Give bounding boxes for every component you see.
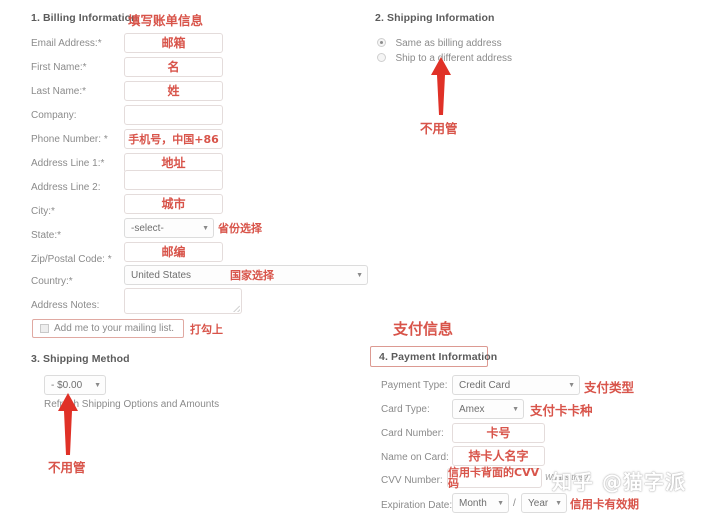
billing-section-title: 1. Billing Information: [31, 12, 138, 24]
cvv-input-value: 信用卡背面的CVV码: [448, 466, 540, 490]
phone-input[interactable]: 手机号，中国+86: [124, 129, 223, 149]
chevron-down-icon: ▼: [202, 224, 209, 232]
shipping-method-annotation: 不用管: [48, 460, 86, 475]
resize-grip-icon[interactable]: [233, 305, 240, 312]
name-on-card-input[interactable]: 持卡人名字: [452, 446, 545, 466]
company-input[interactable]: [124, 105, 223, 125]
shipping-method-select-value: - $0.00: [51, 379, 83, 391]
shipping-method-arrow-icon: [55, 393, 81, 455]
address-line-1-label: Address Line 1:*: [31, 158, 105, 169]
email-input-value: 邮箱: [161, 36, 186, 50]
card-type-label: Card Type:: [381, 404, 430, 415]
company-label: Company:: [31, 110, 77, 121]
expiration-separator: /: [513, 498, 516, 509]
first-name-input[interactable]: 名: [124, 57, 223, 77]
chevron-down-icon: ▼: [555, 499, 562, 507]
expiration-year-value: Year: [528, 497, 549, 509]
payment-type-select-value: Credit Card: [459, 379, 511, 391]
mailing-list-label: Add me to your mailing list.: [54, 323, 175, 334]
address-notes-textarea[interactable]: [124, 288, 242, 314]
mailing-list-row[interactable]: Add me to your mailing list.: [32, 319, 184, 338]
chevron-down-icon: ▼: [512, 405, 519, 413]
name-on-card-input-value: 持卡人名字: [468, 449, 529, 463]
radio-icon-selected[interactable]: [377, 38, 386, 47]
mailing-list-checkbox[interactable]: [40, 324, 49, 333]
mailing-list-annotation: 打勾上: [190, 323, 223, 336]
payment-type-annotation: 支付类型: [584, 380, 635, 395]
zip-input-value: 邮编: [161, 245, 186, 259]
phone-label: Phone Number: *: [31, 134, 108, 145]
address-line-2-label: Address Line 2:: [31, 182, 101, 193]
watermark: 知乎 @猫字派: [552, 470, 686, 494]
address-line-1-input-value: 地址: [161, 156, 186, 170]
chevron-down-icon: ▼: [356, 271, 363, 279]
payment-type-select[interactable]: Credit Card ▼: [452, 375, 580, 395]
expiration-month-select[interactable]: Month ▼: [452, 493, 509, 513]
state-select[interactable]: -select- ▼: [124, 218, 214, 238]
cvv-label: CVV Number:: [381, 475, 443, 486]
email-input[interactable]: 邮箱: [124, 33, 223, 53]
chevron-down-icon: ▼: [568, 381, 575, 389]
payment-section-title-box: 4. Payment Information: [370, 346, 497, 367]
payment-section-title: 4. Payment Information: [379, 350, 498, 363]
first-name-input-value: 名: [167, 60, 180, 74]
last-name-input[interactable]: 姓: [124, 81, 223, 101]
shipping-method-select[interactable]: - $0.00 ▼: [44, 375, 106, 395]
country-label: Country:*: [31, 276, 73, 287]
name-on-card-label: Name on Card:: [381, 452, 449, 463]
city-input-value: 城市: [161, 197, 186, 211]
last-name-label: Last Name:*: [31, 86, 87, 97]
country-annotation: 国家选择: [230, 269, 274, 282]
chevron-down-icon: ▼: [94, 381, 101, 389]
first-name-label: First Name:*: [31, 62, 87, 73]
zip-input[interactable]: 邮编: [124, 242, 223, 262]
expiration-year-select[interactable]: Year ▼: [521, 493, 567, 513]
address-notes-label: Address Notes:: [31, 300, 100, 311]
expiration-date-label: Expiration Date:: [381, 500, 453, 511]
state-annotation: 省份选择: [218, 222, 262, 235]
checkout-form-screenshot: 1. Billing Information 填写账单信息 Email Addr…: [0, 0, 720, 518]
card-type-select-value: Amex: [459, 403, 485, 415]
shipping-info-annotation: 不用管: [420, 121, 458, 136]
last-name-input-value: 姓: [167, 84, 180, 98]
cvv-input[interactable]: 信用卡背面的CVV码: [447, 466, 542, 490]
shipping-info-arrow-icon: [428, 57, 454, 115]
city-input[interactable]: 城市: [124, 194, 223, 214]
phone-input-value: 手机号，中国+86: [128, 132, 219, 146]
billing-title-annotation: 填写账单信息: [128, 13, 204, 28]
expiration-date-annotation: 信用卡有效期: [570, 497, 639, 511]
shipping-info-title: 2. Shipping Information: [375, 12, 495, 24]
card-number-input[interactable]: 卡号: [452, 423, 545, 443]
card-number-label: Card Number:: [381, 428, 444, 439]
state-label: State:*: [31, 230, 62, 241]
expiration-month-value: Month: [459, 497, 487, 509]
email-label: Email Address:*: [31, 38, 102, 49]
zip-label: Zip/Postal Code: *: [31, 254, 112, 265]
card-number-input-value: 卡号: [486, 426, 511, 440]
shipping-method-title: 3. Shipping Method: [31, 353, 130, 365]
radio-icon-unselected[interactable]: [377, 53, 386, 62]
payment-type-label: Payment Type:: [381, 380, 448, 391]
address-line-2-input[interactable]: [124, 170, 223, 190]
card-type-select[interactable]: Amex ▼: [452, 399, 524, 419]
state-select-value: -select-: [131, 222, 164, 234]
city-label: City:*: [31, 206, 55, 217]
payment-heading-annotation: 支付信息: [393, 320, 454, 338]
card-type-annotation: 支付卡卡种: [530, 403, 593, 418]
chevron-down-icon: ▼: [497, 499, 504, 507]
